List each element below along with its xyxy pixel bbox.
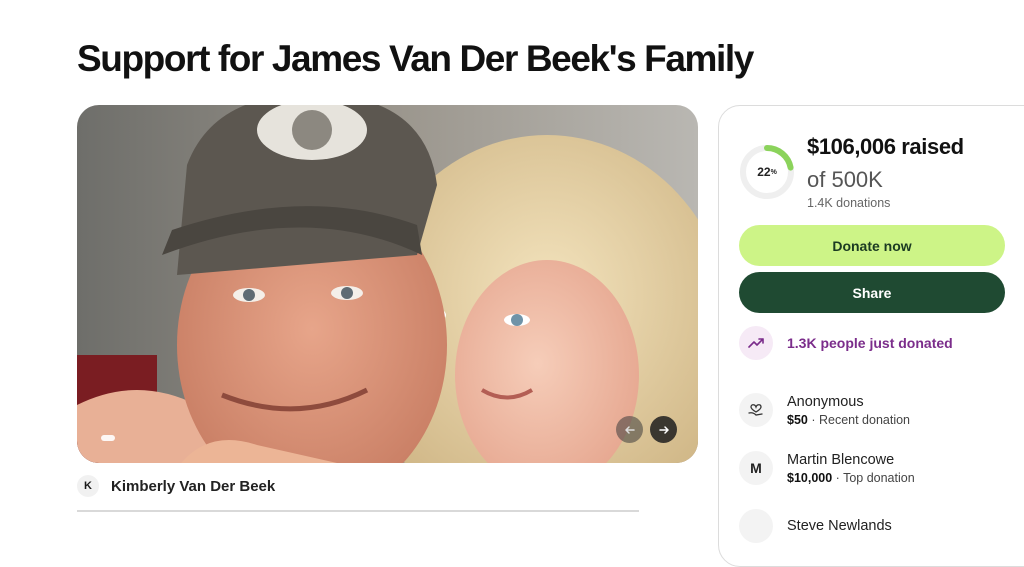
recent-activity: 1.3K people just donated bbox=[739, 326, 953, 360]
donation-panel: 22% $106,006 raised of 500K 1.4K donatio… bbox=[718, 105, 1024, 567]
organizer-name[interactable]: Kimberly Van Der Beek bbox=[111, 478, 275, 495]
donor-name: Steve Newlands bbox=[787, 518, 892, 534]
donor-avatar bbox=[739, 509, 773, 543]
arrow-right-icon bbox=[658, 425, 669, 434]
donor-avatar: M bbox=[739, 451, 773, 485]
content-divider bbox=[77, 510, 639, 512]
carousel-dot-active[interactable] bbox=[101, 435, 115, 441]
donor-item: Anonymous $50 · Recent donation bbox=[739, 393, 910, 427]
heart-hand-icon bbox=[739, 393, 773, 427]
photo-illustration bbox=[77, 105, 698, 463]
amount-raised: $106,006 raised bbox=[807, 134, 964, 159]
progress-percent: 22% bbox=[757, 165, 777, 179]
organizer-row[interactable]: K Kimberly Van Der Beek bbox=[77, 475, 275, 497]
donor-name: Anonymous bbox=[787, 393, 864, 410]
page-title: Support for James Van Der Beek's Family bbox=[77, 38, 754, 79]
donor-details: $10,000 · Top donation bbox=[787, 470, 915, 485]
recent-activity-text: 1.3K people just donated bbox=[787, 335, 953, 351]
donor-item: Steve Newlands bbox=[739, 509, 892, 543]
donor-name: Martin Blencowe bbox=[787, 451, 895, 468]
organizer-avatar: K bbox=[77, 475, 99, 497]
arrow-left-icon bbox=[624, 425, 635, 434]
trending-up-icon bbox=[739, 326, 773, 360]
progress-ring: 22% bbox=[739, 144, 795, 200]
carousel-prev-button[interactable] bbox=[616, 416, 643, 443]
campaign-hero-image[interactable] bbox=[77, 105, 698, 463]
donor-details: $50 · Recent donation bbox=[787, 412, 911, 427]
donation-count: 1.4K donations bbox=[807, 196, 891, 210]
share-button[interactable]: Share bbox=[739, 272, 1005, 313]
carousel-next-button[interactable] bbox=[650, 416, 677, 443]
goal-amount: of 500K bbox=[807, 167, 883, 192]
donate-now-button[interactable]: Donate now bbox=[739, 225, 1005, 266]
donor-item: M Martin Blencowe $10,000 · Top donation bbox=[739, 451, 915, 485]
carousel-indicator bbox=[101, 435, 115, 441]
